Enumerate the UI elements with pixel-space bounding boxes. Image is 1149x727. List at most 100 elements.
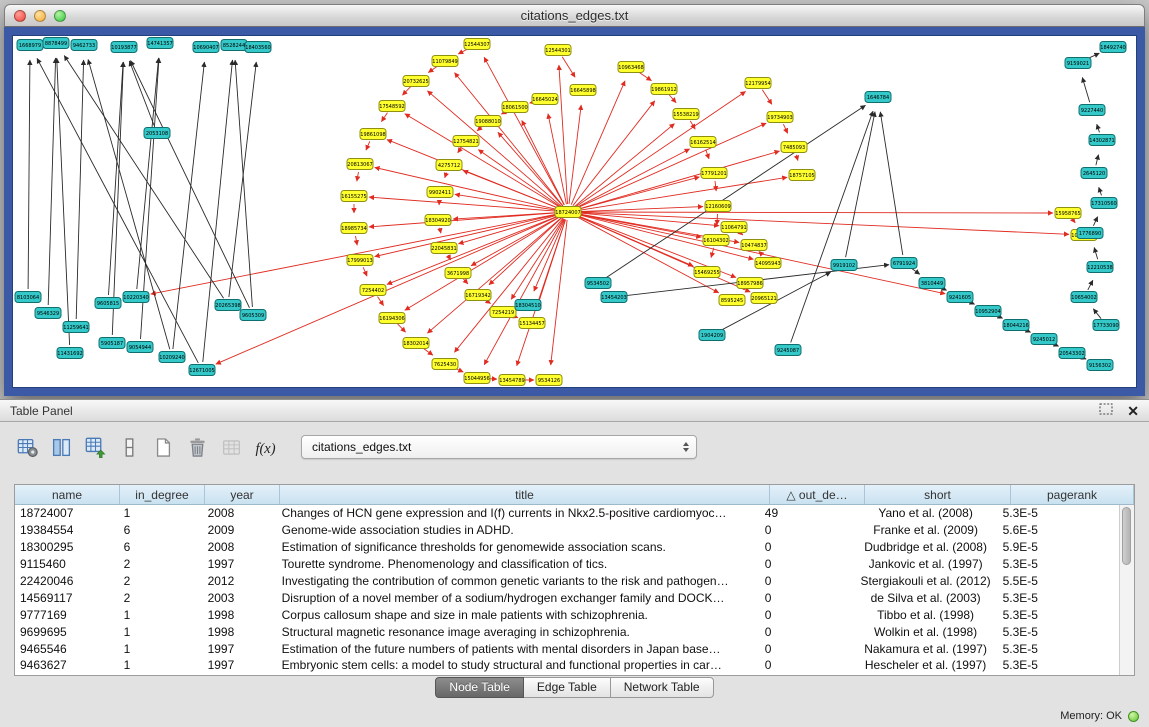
graph-node[interactable]: 18957986 (737, 278, 763, 289)
column-header-name[interactable]: name (15, 485, 120, 504)
graph-node[interactable]: 14095943 (755, 258, 781, 269)
graph-node[interactable]: 15044956 (464, 373, 490, 384)
graph-node[interactable]: 7254402 (360, 285, 386, 296)
graph-node[interactable]: 6791924 (891, 258, 917, 269)
graph-node[interactable]: 18403560 (245, 42, 271, 53)
graph-node[interactable]: 11079849 (432, 56, 458, 67)
graph-node[interactable]: 18757105 (789, 170, 815, 181)
graph-node[interactable]: 9241605 (947, 292, 973, 303)
graph-node[interactable]: 15134457 (519, 318, 545, 329)
graph-node[interactable]: 1646784 (865, 92, 891, 103)
column-header-short[interactable]: short (865, 485, 1011, 504)
graph-node[interactable]: 10474837 (741, 240, 767, 251)
tab-network-table[interactable]: Network Table (611, 677, 714, 698)
graph-node[interactable]: 16645024 (532, 94, 558, 105)
graph-node[interactable]: 12544307 (464, 39, 490, 50)
table-row[interactable]: 969969511998Structural magnetic resonanc… (15, 623, 1119, 640)
table-scrollbar-thumb[interactable] (1122, 507, 1131, 565)
graph-node[interactable]: 18304920 (425, 215, 451, 226)
graph-node[interactable]: 8103064 (15, 292, 41, 303)
function-builder-button[interactable]: f(x) (252, 434, 279, 461)
table-row[interactable]: 2242004622012Investigating the contribut… (15, 573, 1119, 590)
graph-node[interactable]: 12544301 (545, 45, 571, 56)
graph-node[interactable]: 9156302 (1087, 360, 1113, 371)
graph-node[interactable]: 20543302 (1059, 348, 1085, 359)
graph-node[interactable]: 16645898 (570, 85, 596, 96)
graph-node[interactable]: 15469255 (694, 267, 720, 278)
graph-node[interactable]: 8595245 (719, 295, 745, 306)
graph-node[interactable]: 16155275 (341, 191, 367, 202)
graph-node[interactable]: 13454789 (499, 375, 525, 386)
table-row[interactable]: 977716911998Corpus callosum shape and si… (15, 606, 1119, 623)
graph-node[interactable]: 14302871 (1089, 135, 1115, 146)
graph-node[interactable]: 19734903 (767, 112, 793, 123)
float-panel-icon[interactable] (1099, 403, 1113, 418)
table-row[interactable]: 1938455462009Genome-wide association stu… (15, 522, 1119, 539)
graph-node[interactable]: 18302014 (403, 338, 429, 349)
graph-node[interactable]: 9462733 (71, 40, 97, 51)
graph-node[interactable]: 3810449 (919, 278, 945, 289)
graph-node[interactable]: 20265398 (215, 300, 241, 311)
graph-node[interactable]: 10220340 (123, 292, 149, 303)
table-source-dropdown[interactable]: citations_edges.txt (301, 435, 697, 459)
graph-node[interactable]: 9054944 (127, 342, 153, 353)
create-column-button[interactable] (116, 434, 143, 461)
graph-node[interactable]: 18985734 (341, 223, 367, 234)
graph-node[interactable]: 19088010 (475, 116, 501, 127)
graph-node[interactable]: 9534126 (536, 375, 562, 386)
graph-node[interactable]: 12754821 (453, 136, 479, 147)
graph-node[interactable]: 16162514 (690, 137, 716, 148)
column-header-title[interactable]: title (280, 485, 770, 504)
delete-table-button[interactable] (184, 434, 211, 461)
graph-node[interactable]: 20965121 (751, 293, 777, 304)
column-header-year[interactable]: year (205, 485, 280, 504)
graph-node[interactable]: 17791201 (701, 168, 727, 179)
network-graph-canvas[interactable]: 1872400712544307110798492073262517548592… (12, 35, 1137, 388)
column-header-out_de[interactable]: △ out_de… (770, 485, 865, 504)
column-header-pagerank[interactable]: pagerank (1011, 485, 1134, 504)
graph-node[interactable]: 10690407 (193, 42, 219, 53)
graph-node[interactable]: 11431692 (57, 348, 83, 359)
table-row[interactable]: 1830029562008Estimation of significance … (15, 539, 1119, 556)
graph-node[interactable]: 17733090 (1093, 320, 1119, 331)
graph-node[interactable]: 18492740 (1100, 42, 1126, 53)
graph-node[interactable]: 16194306 (379, 313, 405, 324)
network-window-titlebar[interactable]: citations_edges.txt (4, 4, 1145, 27)
column-header-in_degree[interactable]: in_degree (120, 485, 205, 504)
table-row[interactable]: 946362711997Embryonic stem cells: a mode… (15, 657, 1119, 674)
graph-node[interactable]: 11259641 (63, 322, 89, 333)
graph-node[interactable]: 20813067 (347, 159, 373, 170)
table-row[interactable]: 1456911722003Disruption of a novel membe… (15, 589, 1119, 606)
graph-node[interactable]: 12160609 (705, 201, 731, 212)
table-mode-button[interactable] (14, 434, 41, 461)
graph-node[interactable]: 16719342 (465, 290, 491, 301)
graph-node[interactable]: 10952904 (975, 306, 1001, 317)
graph-node[interactable]: 14741357 (147, 38, 173, 49)
graph-node[interactable]: 12671005 (189, 365, 215, 376)
close-window-button[interactable] (14, 10, 26, 22)
graph-node[interactable]: 19861912 (651, 84, 677, 95)
graph-node[interactable]: 18724007 (555, 207, 581, 218)
table-scrollbar[interactable] (1119, 505, 1134, 675)
graph-node[interactable]: 2053108 (144, 128, 170, 139)
graph-node[interactable]: 9159021 (1065, 58, 1091, 69)
graph-node[interactable]: 8878499 (43, 38, 69, 49)
graph-node[interactable]: 22045831 (431, 243, 457, 254)
graph-node[interactable]: 12179954 (745, 78, 771, 89)
table-row[interactable]: 1872400712008Changes of HCN gene express… (15, 505, 1119, 522)
graph-node[interactable]: 16104302 (703, 235, 729, 246)
graph-node[interactable]: 1904209 (699, 330, 725, 341)
close-panel-icon[interactable]: ✕ (1127, 404, 1139, 418)
graph-node[interactable]: 18304510 (515, 300, 541, 311)
graph-node[interactable]: 5905187 (99, 338, 125, 349)
minimize-window-button[interactable] (34, 10, 46, 22)
tab-node-table[interactable]: Node Table (435, 677, 524, 698)
graph-node[interactable]: 8528244 (221, 40, 247, 51)
graph-node[interactable]: 9605815 (95, 298, 121, 309)
graph-node[interactable]: 3671998 (445, 268, 471, 279)
graph-node[interactable]: 7254219 (490, 307, 516, 318)
zoom-window-button[interactable] (54, 10, 66, 22)
graph-node[interactable]: 13454203 (601, 292, 627, 303)
graph-node[interactable]: 12210538 (1087, 262, 1113, 273)
graph-node[interactable]: 9902411 (427, 187, 453, 198)
